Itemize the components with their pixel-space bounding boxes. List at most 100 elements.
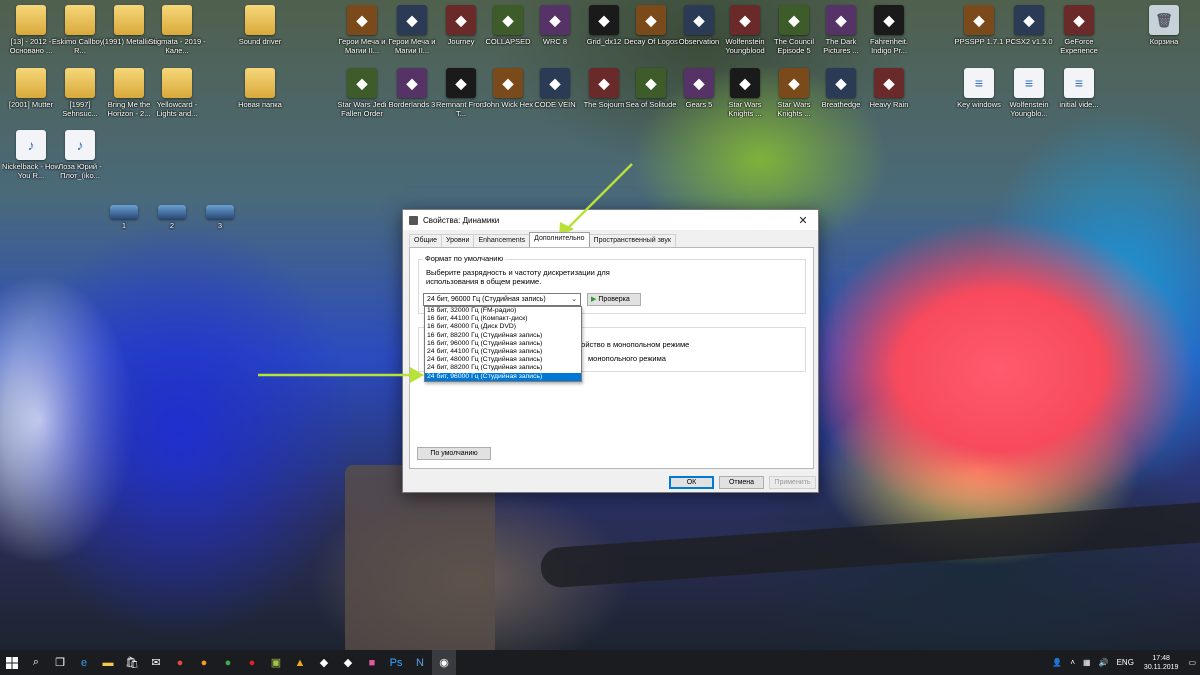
folder-icon: [114, 5, 144, 35]
format-select-value: 24 бит, 96000 Гц (Студийная запись): [427, 296, 546, 303]
task-view-icon[interactable]: ❐: [48, 650, 72, 675]
game-icon: ◆: [779, 68, 809, 98]
game-icon: ◆: [493, 5, 523, 35]
format-option[interactable]: 16 бит, 88200 Гц (Студийная запись): [425, 332, 581, 340]
game-icon: ◆: [347, 68, 377, 98]
desktop-icon[interactable]: Новая папка: [231, 68, 289, 126]
edge-icon[interactable]: e: [72, 650, 96, 675]
game-icon: ◆: [540, 68, 570, 98]
game-icon: ◆: [1064, 5, 1094, 35]
volume-icon[interactable]: 🔊: [1095, 658, 1113, 667]
apply-button[interactable]: Применить: [769, 476, 816, 489]
format-dropdown-list: 16 бит, 32000 Гц (FM-радио) 16 бит, 44100…: [424, 306, 582, 382]
game-icon: ◆: [826, 5, 856, 35]
format-option[interactable]: 24 бит, 96000 Гц (Студийная запись): [425, 372, 581, 381]
app-green-icon[interactable]: ●: [216, 650, 240, 675]
desktop-icon[interactable]: Yellowcard - Lights and...: [148, 68, 206, 126]
app-triangle-icon[interactable]: ▲: [288, 650, 312, 675]
app-pink-icon[interactable]: ■: [360, 650, 384, 675]
notifications-icon[interactable]: ▭: [1184, 658, 1200, 667]
game-icon: ◆: [446, 5, 476, 35]
taskbar: ⌕ ❐ e ▬ 🛍 ✉ ● ● ● ● ▣ ▲ ◆ ◆ ■ Ps N ◉ 👤 ˄…: [0, 650, 1200, 675]
game-icon: ◆: [397, 5, 427, 35]
desktop-icon[interactable]: ◆ Fahrenheit. Indigo Pr...: [860, 5, 918, 63]
game-icon: ◆: [826, 68, 856, 98]
mail-icon[interactable]: ✉: [144, 650, 168, 675]
desktop-icon[interactable]: ◆ Heavy Rain: [860, 68, 918, 126]
game-icon: ◆: [540, 5, 570, 35]
dialog-titlebar[interactable]: Свойства: Динамики ✕: [403, 210, 818, 230]
cancel-button[interactable]: Отмена: [719, 476, 764, 489]
desktop-icon[interactable]: 🗑 Корзина: [1135, 5, 1193, 63]
chevron-down-icon: ⌄: [571, 296, 577, 303]
ok-button[interactable]: ОК: [669, 476, 714, 489]
clock[interactable]: 17:48 30.11.2019: [1138, 654, 1185, 672]
game-icon: ◆: [684, 5, 714, 35]
tab-advanced[interactable]: Дополнительно: [529, 232, 590, 247]
image-icon: [206, 205, 234, 219]
recycle-bin-icon: 🗑: [1149, 5, 1179, 35]
start-button[interactable]: [0, 650, 24, 675]
format-option[interactable]: 16 бит, 48000 Гц (Диск DVD): [425, 323, 581, 331]
folder-icon: [245, 68, 275, 98]
exclusive-allow-label[interactable]: ройство в монопольном режиме: [577, 340, 689, 349]
dialog-title: Свойства: Динамики: [423, 215, 500, 225]
audio-icon: ♪: [65, 130, 95, 160]
app-fox-icon[interactable]: ◆: [312, 650, 336, 675]
desktop-icon[interactable]: Sound driver: [231, 5, 289, 63]
test-button[interactable]: ▶ Проверка: [587, 293, 641, 306]
network-icon[interactable]: ▦: [1079, 658, 1095, 667]
desktop-icon[interactable]: ◆ GeForce Experience: [1050, 5, 1108, 63]
app-folder-icon[interactable]: ▣: [264, 650, 288, 675]
sound-settings-taskbar-icon[interactable]: ◉: [432, 650, 456, 675]
game-icon: ◆: [684, 68, 714, 98]
format-option[interactable]: 16 бит, 96000 Гц (Студийная запись): [425, 340, 581, 348]
folder-icon: [162, 68, 192, 98]
group-title: Формат по умолчанию: [423, 254, 506, 263]
format-option[interactable]: 24 бит, 88200 Гц (Студийная запись): [425, 364, 581, 372]
desktop-icon-label: Корзина: [1149, 37, 1179, 46]
tab-spatial-sound[interactable]: Пространственный звук: [588, 234, 676, 247]
document-icon: ≡: [1014, 68, 1044, 98]
record-icon[interactable]: ●: [240, 650, 264, 675]
game-icon: ◆: [493, 68, 523, 98]
language-indicator[interactable]: ENG: [1113, 658, 1138, 667]
photoshop-icon[interactable]: Ps: [384, 650, 408, 675]
windows-icon: [6, 656, 18, 669]
chevron-up-icon[interactable]: ˄: [1066, 658, 1079, 667]
game-icon: ◆: [589, 68, 619, 98]
game-icon: ◆: [964, 5, 994, 35]
app-orange-icon[interactable]: ●: [192, 650, 216, 675]
tab-levels[interactable]: Уровни: [441, 234, 475, 247]
system-tray: 👤 ˄ ▦ 🔊 ENG 17:48 30.11.2019 ▭: [1048, 650, 1200, 675]
close-icon[interactable]: ✕: [788, 210, 818, 230]
explorer-icon[interactable]: ▬: [96, 650, 120, 675]
app-red-icon[interactable]: ●: [168, 650, 192, 675]
desktop-icon[interactable]: ♪ Лоза Юрий - Плот_(iko...: [51, 130, 109, 188]
desktop-icon-label: GeForce Experience: [1060, 37, 1098, 55]
tab-bar: Общие Уровни Enhancements Дополнительно …: [409, 232, 676, 247]
search-icon[interactable]: ⌕: [24, 650, 48, 675]
game-icon: ◆: [779, 5, 809, 35]
app-n-icon[interactable]: N: [408, 650, 432, 675]
desktop-icon[interactable]: Stigmata - 2019 - Кале...: [148, 5, 206, 63]
desktop-icon-label: Heavy Rain: [869, 100, 909, 109]
speaker-icon: [409, 215, 418, 225]
store-icon[interactable]: 🛍: [120, 650, 144, 675]
format-select[interactable]: 24 бит, 96000 Гц (Студийная запись) ⌄: [423, 293, 581, 306]
exclusive-priority-label[interactable]: монопольного режима: [588, 354, 666, 363]
format-option[interactable]: 16 бит, 32000 Гц (FM-радио): [425, 307, 581, 315]
game-icon: ◆: [874, 68, 904, 98]
desktop-icon[interactable]: ≡ initial vide...: [1050, 68, 1108, 126]
people-icon[interactable]: 👤: [1048, 658, 1066, 667]
tab-general[interactable]: Общие: [409, 234, 443, 247]
desktop-icon[interactable]: 3: [191, 205, 249, 263]
restore-defaults-button[interactable]: По умолчанию: [417, 447, 491, 460]
desktop-icon-label: initial vide...: [1059, 100, 1099, 109]
format-option[interactable]: 24 бит, 44100 Гц (Студийная запись): [425, 348, 581, 356]
tab-enhancements[interactable]: Enhancements: [473, 234, 531, 247]
image-icon: [110, 205, 138, 219]
app-cat-icon[interactable]: ◆: [336, 650, 360, 675]
folder-icon: [65, 68, 95, 98]
game-icon: ◆: [397, 68, 427, 98]
